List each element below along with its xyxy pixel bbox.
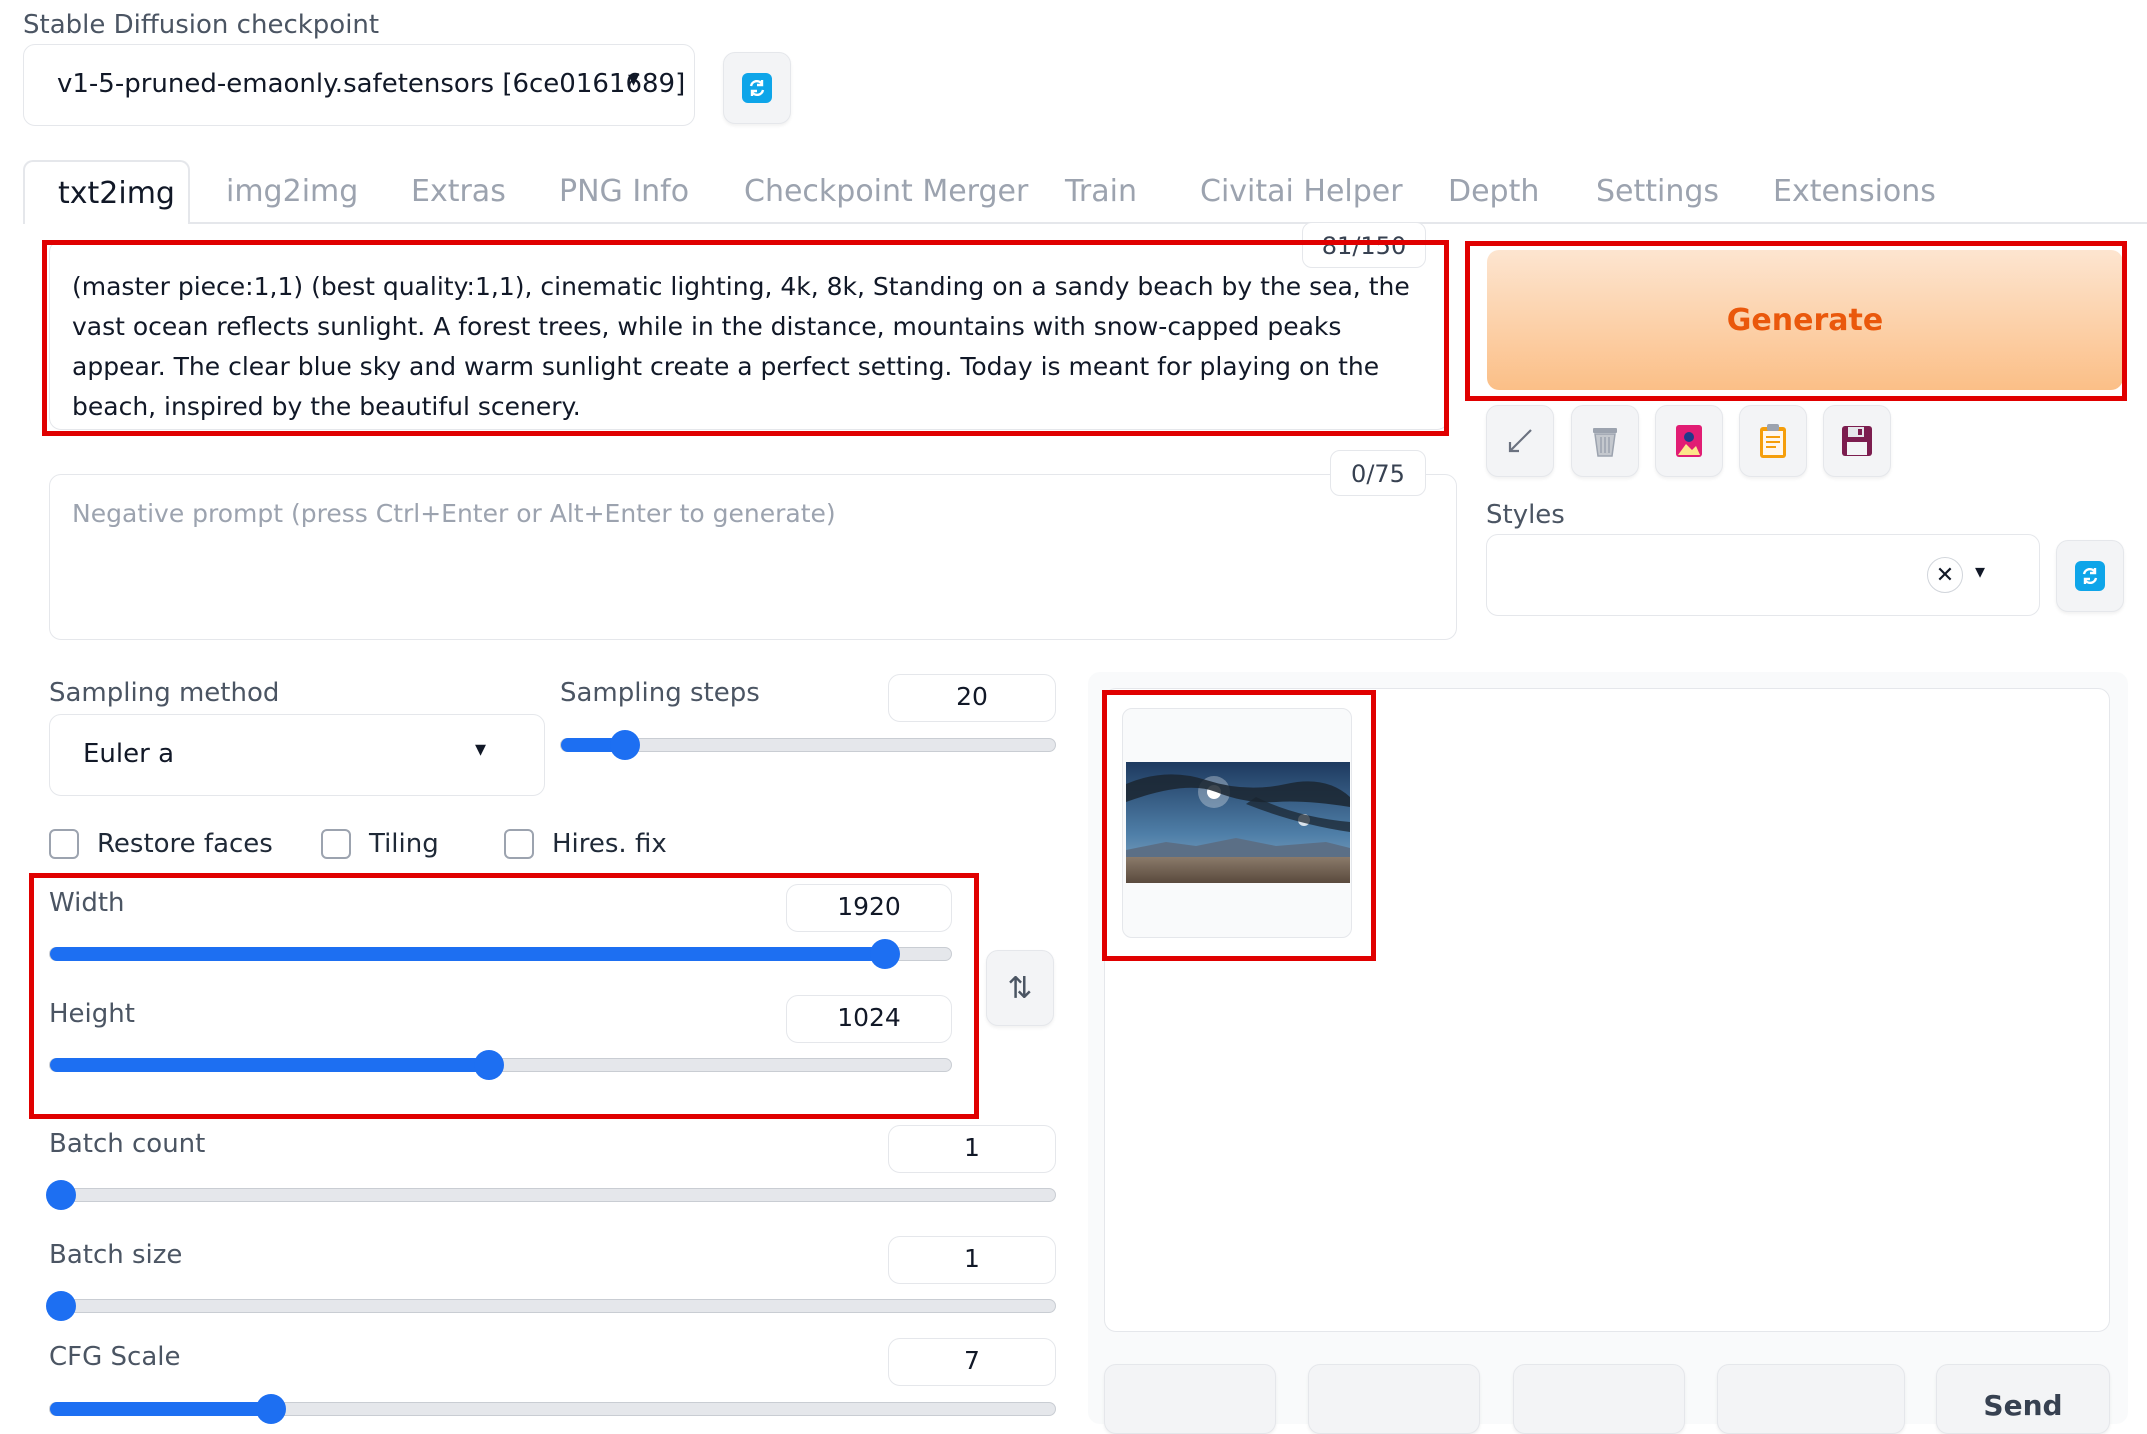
- tiling-label: Tiling: [369, 829, 439, 859]
- hires-fix-label: Hires. fix: [552, 829, 667, 859]
- sampling-steps-slider[interactable]: [560, 730, 1056, 760]
- checkpoint-value: v1-5-pruned-emaonly.safetensors [6ce0161…: [57, 69, 686, 99]
- tab-settings[interactable]: Settings: [1596, 174, 1719, 209]
- clipboard-icon: [1754, 422, 1792, 460]
- negative-prompt-placeholder: Negative prompt (press Ctrl+Enter or Alt…: [72, 499, 836, 528]
- styles-clear-button[interactable]: ✕: [1927, 557, 1963, 593]
- restore-faces-label: Restore faces: [97, 829, 273, 859]
- checkpoint-dropdown[interactable]: v1-5-pruned-emaonly.safetensors [6ce0161…: [23, 44, 695, 126]
- tab-depth[interactable]: Depth: [1448, 174, 1539, 209]
- clear-prompt-button[interactable]: [1571, 405, 1639, 477]
- sampling-steps-label: Sampling steps: [560, 678, 760, 708]
- tab-png-info[interactable]: PNG Info: [559, 174, 689, 209]
- hires-fix-checkbox[interactable]: [504, 829, 534, 859]
- tab-label: txt2img: [58, 176, 175, 211]
- tab-train[interactable]: Train: [1065, 174, 1137, 209]
- chevron-down-icon: ▾: [1975, 559, 1986, 583]
- tiling-checkbox[interactable]: [321, 829, 351, 859]
- negative-token-counter: 0/75: [1330, 450, 1426, 496]
- batch-count-label: Batch count: [49, 1129, 206, 1159]
- tab-extras[interactable]: Extras: [411, 174, 506, 209]
- negative-prompt-textarea[interactable]: Negative prompt (press Ctrl+Enter or Alt…: [49, 474, 1457, 640]
- slider-thumb[interactable]: [610, 730, 641, 760]
- save-style-button[interactable]: [1823, 405, 1891, 477]
- tab-bar-line: [23, 222, 2147, 224]
- batch-size-input[interactable]: 1: [888, 1236, 1056, 1284]
- styles-refresh-button[interactable]: [2056, 540, 2124, 612]
- swap-icon: ⇅: [1007, 970, 1033, 1006]
- tab-civitai-helper[interactable]: Civitai Helper: [1200, 174, 1403, 209]
- styles-label: Styles: [1486, 500, 1565, 530]
- gallery-highlight-box: [1102, 690, 1376, 961]
- cfg-scale-slider[interactable]: [49, 1394, 1056, 1424]
- slider-thumb[interactable]: [256, 1394, 287, 1424]
- sampling-steps-input[interactable]: 20: [888, 674, 1056, 722]
- sampling-method-value: Euler a: [83, 739, 175, 769]
- cfg-scale-input[interactable]: 7: [888, 1338, 1056, 1386]
- dimensions-highlight-box: [29, 873, 979, 1119]
- sampling-method-label: Sampling method: [49, 678, 280, 708]
- send-label: Send: [1983, 1389, 2063, 1422]
- restore-faces-checkbox[interactable]: [49, 829, 79, 859]
- batch-size-label: Batch size: [49, 1240, 183, 1270]
- batch-count-slider[interactable]: [46, 1180, 1056, 1210]
- batch-count-input[interactable]: 1: [888, 1125, 1056, 1173]
- swap-dimensions-button[interactable]: ⇅: [986, 950, 1054, 1026]
- slider-fill: [50, 1402, 272, 1416]
- styles-dropdown[interactable]: ✕ ▾: [1486, 534, 2040, 616]
- refresh-icon: [2075, 561, 2105, 591]
- checkpoint-refresh-button[interactable]: [723, 52, 791, 124]
- apply-style-button[interactable]: [1739, 405, 1807, 477]
- chevron-down-icon: ▾: [628, 67, 640, 92]
- checkpoint-label: Stable Diffusion checkpoint: [23, 10, 380, 40]
- tab-extensions[interactable]: Extensions: [1773, 174, 1936, 209]
- batch-size-slider[interactable]: [46, 1291, 1056, 1321]
- extra-networks-button[interactable]: [1655, 405, 1723, 477]
- slider-thumb[interactable]: [46, 1180, 76, 1210]
- generate-highlight-box: [1465, 241, 2127, 401]
- tab-txt2img[interactable]: txt2img: [23, 160, 190, 224]
- floppy-disk-icon: [1838, 422, 1876, 460]
- chevron-down-icon: ▾: [475, 737, 487, 762]
- arrow-diagonal-icon: [1501, 422, 1539, 460]
- slider-thumb[interactable]: [46, 1291, 76, 1321]
- prompt-highlight-box: [42, 240, 1449, 436]
- refresh-icon: [742, 73, 772, 103]
- trash-icon: [1586, 422, 1624, 460]
- picture-card-icon: [1670, 422, 1708, 460]
- tab-checkpoint-merger[interactable]: Checkpoint Merger: [744, 174, 1028, 209]
- read-params-button[interactable]: [1486, 405, 1554, 477]
- sampling-method-dropdown[interactable]: Euler a ▾: [49, 714, 545, 796]
- tab-img2img[interactable]: img2img: [226, 174, 358, 209]
- cfg-scale-label: CFG Scale: [49, 1342, 181, 1372]
